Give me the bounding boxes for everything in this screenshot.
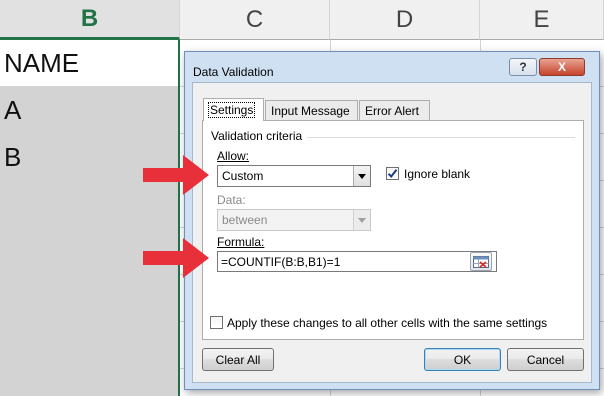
group-divider [307,137,575,138]
button-label: Cancel [526,352,565,367]
cancel-button[interactable]: Cancel [507,348,584,371]
cell-b1[interactable]: NAME [0,40,180,87]
cell-b8[interactable] [0,369,180,396]
chevron-down-icon [358,217,366,223]
tab-label: Input Message [271,103,350,118]
settings-panel: Validation criteria Allow: Custom Ignore… [202,120,584,340]
button-label: OK [453,352,472,367]
range-select-icon [473,255,489,268]
column-header-e[interactable]: E [480,0,604,40]
data-validation-dialog: Data Validation ? X Settings Input Messa… [184,51,600,390]
formula-label: Formula: [217,235,264,249]
cell-b2[interactable]: A [0,87,180,134]
cell-b7[interactable] [0,322,180,369]
data-select: between [217,209,371,231]
dialog-title-bar[interactable]: Data Validation ? X [185,52,599,82]
cell-value: B [4,141,22,172]
allow-value: Custom [222,169,264,183]
formula-label-text: Formula: [217,235,265,249]
tab-input-message[interactable]: Input Message [265,100,358,120]
apply-all-checkbox[interactable] [210,316,223,329]
tab-error-alert[interactable]: Error Alert [359,100,430,120]
clear-all-button[interactable]: Clear All [202,348,274,371]
ignore-blank-label[interactable]: Ignore blank [404,167,470,181]
allow-label: Allow: [217,149,249,163]
apply-all-label[interactable]: Apply these changes to all other cells w… [227,316,547,330]
formula-annotation-arrow-icon [143,238,209,278]
allow-select[interactable]: Custom [217,165,371,187]
help-button[interactable]: ? [509,58,537,76]
column-header-d[interactable]: D [330,0,480,40]
allow-dropdown-button[interactable] [353,166,370,186]
tab-label: Error Alert [365,103,420,118]
button-label: Clear All [215,352,261,367]
column-letter: B [80,4,99,32]
column-letter: C [245,5,264,33]
range-selector-button[interactable] [470,252,492,271]
ok-button[interactable]: OK [424,348,501,371]
column-header-b[interactable]: B [0,0,180,40]
tab-label: Settings [207,102,256,118]
close-icon: X [557,60,566,74]
chevron-down-icon [358,173,366,179]
close-button[interactable]: X [539,58,585,76]
data-label: Data: [217,193,246,207]
column-letter: E [533,5,550,33]
cell-b6[interactable] [0,275,180,322]
dialog-title: Data Validation [193,65,274,79]
column-header-c[interactable]: C [180,0,330,40]
column-letter: D [395,5,414,33]
checkmark-icon [387,169,398,179]
cell-value: A [4,94,22,125]
allow-annotation-arrow-icon [143,155,209,195]
tab-settings[interactable]: Settings [203,98,264,121]
formula-value: =COUNTIF(B:B,B1)=1 [221,254,341,269]
allow-label-text: Allow: [217,149,250,163]
data-value: between [222,213,268,227]
group-title: Validation criteria [211,129,307,143]
formula-input[interactable]: =COUNTIF(B:B,B1)=1 [217,251,497,272]
cell-value: NAME [4,47,80,78]
ignore-blank-checkbox[interactable] [386,167,399,180]
help-icon: ? [519,60,527,74]
dialog-body: Settings Input Message Error Alert Valid… [192,82,592,383]
data-dropdown-button [353,210,370,230]
selection-border [178,40,180,396]
